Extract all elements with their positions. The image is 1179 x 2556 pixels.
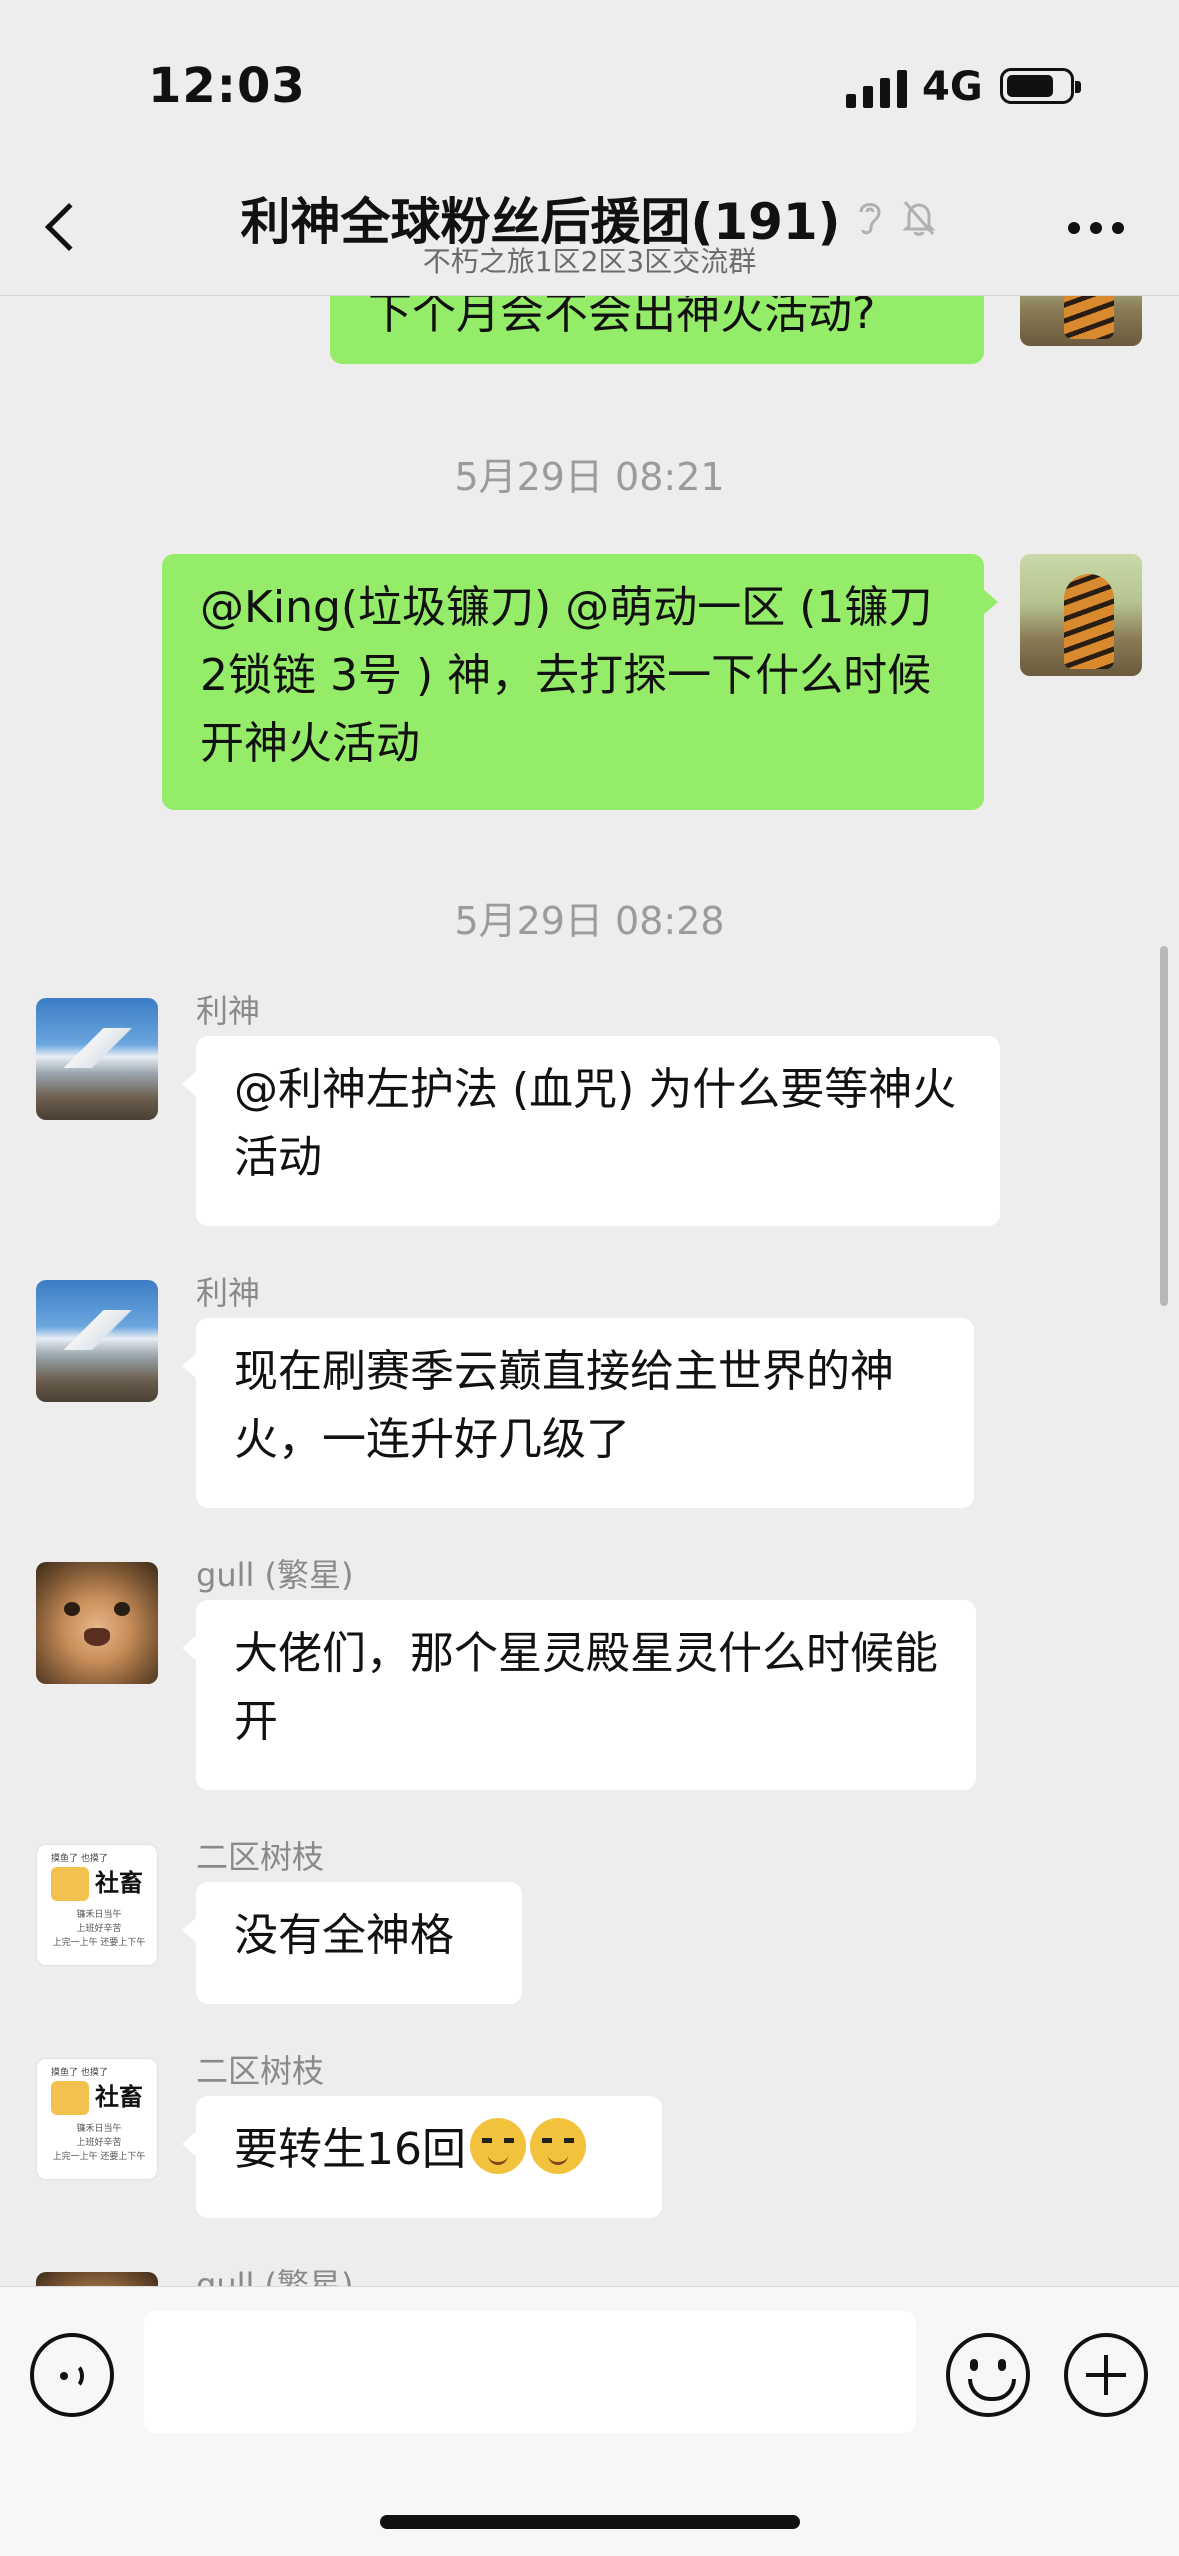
- meme-figure-icon: [51, 1867, 89, 1901]
- message-text: 没有全神格: [234, 1910, 454, 1961]
- message-text: @King(垃圾镰刀) @萌动一区 (1镰刀 2锁链 3号 ) 神，去打探一下什…: [200, 582, 933, 769]
- meme-title: 社畜: [95, 1869, 143, 1897]
- meme-line: 上完一上午 还要上下午: [52, 1938, 146, 1948]
- sender-avatar[interactable]: [36, 1562, 158, 1684]
- signal-icon: [846, 68, 907, 108]
- home-indicator[interactable]: [380, 2515, 800, 2529]
- cat-emoji-icon: [530, 2118, 586, 2174]
- sender-name: 二区树枝: [196, 1838, 325, 1876]
- meme-title: 社畜: [95, 2083, 143, 2111]
- message-text: @利神左护法 (血咒) 为什么要等神火活动: [234, 1064, 957, 1183]
- sender-name: 二区树枝: [196, 2052, 325, 2090]
- meme-line: 镰禾日当午: [76, 1910, 122, 1920]
- sender-avatar[interactable]: [36, 998, 158, 1120]
- meme-line: 上完一上午 还要上下午: [52, 2152, 146, 2162]
- chat-message-list[interactable]: 下个月会不会出神火活动? 5月29日 08:21 @King(垃圾镰刀) @萌动…: [0, 296, 1179, 2286]
- status-time: 12:03: [148, 58, 306, 114]
- message-text: 下个月会不会出神火活动?: [368, 296, 876, 339]
- message-bubble-in[interactable]: @利神左护法 (血咒) 为什么要等神火活动: [182, 1036, 1000, 1226]
- sender-name: gull (繁星): [196, 1556, 354, 1594]
- message-text: 大佬们，那个星灵殿星灵什么时候能开: [234, 1628, 938, 1747]
- message-timestamp: 5月29日 08:21: [454, 455, 725, 499]
- sender-name: 利神: [196, 1274, 261, 1312]
- voice-icon[interactable]: [30, 2333, 114, 2417]
- message-bubble-in[interactable]: 现在刷赛季云巅直接给主世界的神火，一连升好几级了: [182, 1318, 974, 1508]
- sender-avatar[interactable]: 摸鱼了 也摸了 社畜 镰禾日当午 上班好辛苦 上完一上午 还要上下午: [36, 2058, 158, 2180]
- sender-avatar[interactable]: [36, 1280, 158, 1402]
- self-avatar[interactable]: [1020, 554, 1142, 676]
- chat-header: 利神全球粉丝后援团(191) 不朽之旅1区2区3区交流群: [0, 160, 1179, 296]
- message-bubble-in[interactable]: 没有全神格: [182, 1882, 522, 2004]
- network-label: 4G: [922, 64, 983, 110]
- message-bubble-in[interactable]: 要转生16回: [182, 2096, 662, 2218]
- input-bar: [0, 2286, 1179, 2556]
- plus-icon[interactable]: [1064, 2333, 1148, 2417]
- message-text: 现在刷赛季云巅直接给主世界的神火，一连升好几级了: [234, 1346, 894, 1465]
- ear-icon: [859, 203, 881, 235]
- self-avatar[interactable]: [1020, 296, 1142, 346]
- message-bubble-out[interactable]: @King(垃圾镰刀) @萌动一区 (1镰刀 2锁链 3号 ) 神，去打探一下什…: [162, 554, 998, 810]
- sender-name: 利神: [196, 992, 261, 1030]
- meme-line: 上班好辛苦: [76, 1924, 122, 1934]
- message-bubble-out[interactable]: 下个月会不会出神火活动?: [330, 296, 984, 364]
- sender-name: gull (繁星): [196, 2266, 354, 2286]
- meme-figure-icon: [51, 2081, 89, 2115]
- bell-off-icon: [901, 201, 936, 236]
- sender-avatar[interactable]: [36, 2272, 158, 2286]
- scrollbar[interactable]: [1160, 946, 1168, 1306]
- meme-line: 镰禾日当午: [76, 2124, 122, 2134]
- cat-emoji-icon: [470, 2118, 526, 2174]
- message-bubble-in[interactable]: 大佬们，那个星灵殿星灵什么时候能开: [182, 1600, 976, 1790]
- meme-line: 上班好辛苦: [76, 2138, 122, 2148]
- emoji-icon[interactable]: [946, 2333, 1030, 2417]
- message-timestamp: 5月29日 08:28: [454, 899, 725, 943]
- sender-avatar[interactable]: 摸鱼了 也摸了 社畜 镰禾日当午 上班好辛苦 上完一上午 还要上下午: [36, 1844, 158, 1966]
- battery-icon: [1000, 68, 1081, 104]
- status-bar: 12:03 4G: [0, 0, 1179, 160]
- chat-subtitle: 不朽之旅1区2区3区交流群: [422, 245, 757, 278]
- more-dots-icon[interactable]: [1068, 222, 1124, 234]
- message-input[interactable]: [144, 2311, 916, 2433]
- message-text: 要转生16回: [234, 2124, 466, 2175]
